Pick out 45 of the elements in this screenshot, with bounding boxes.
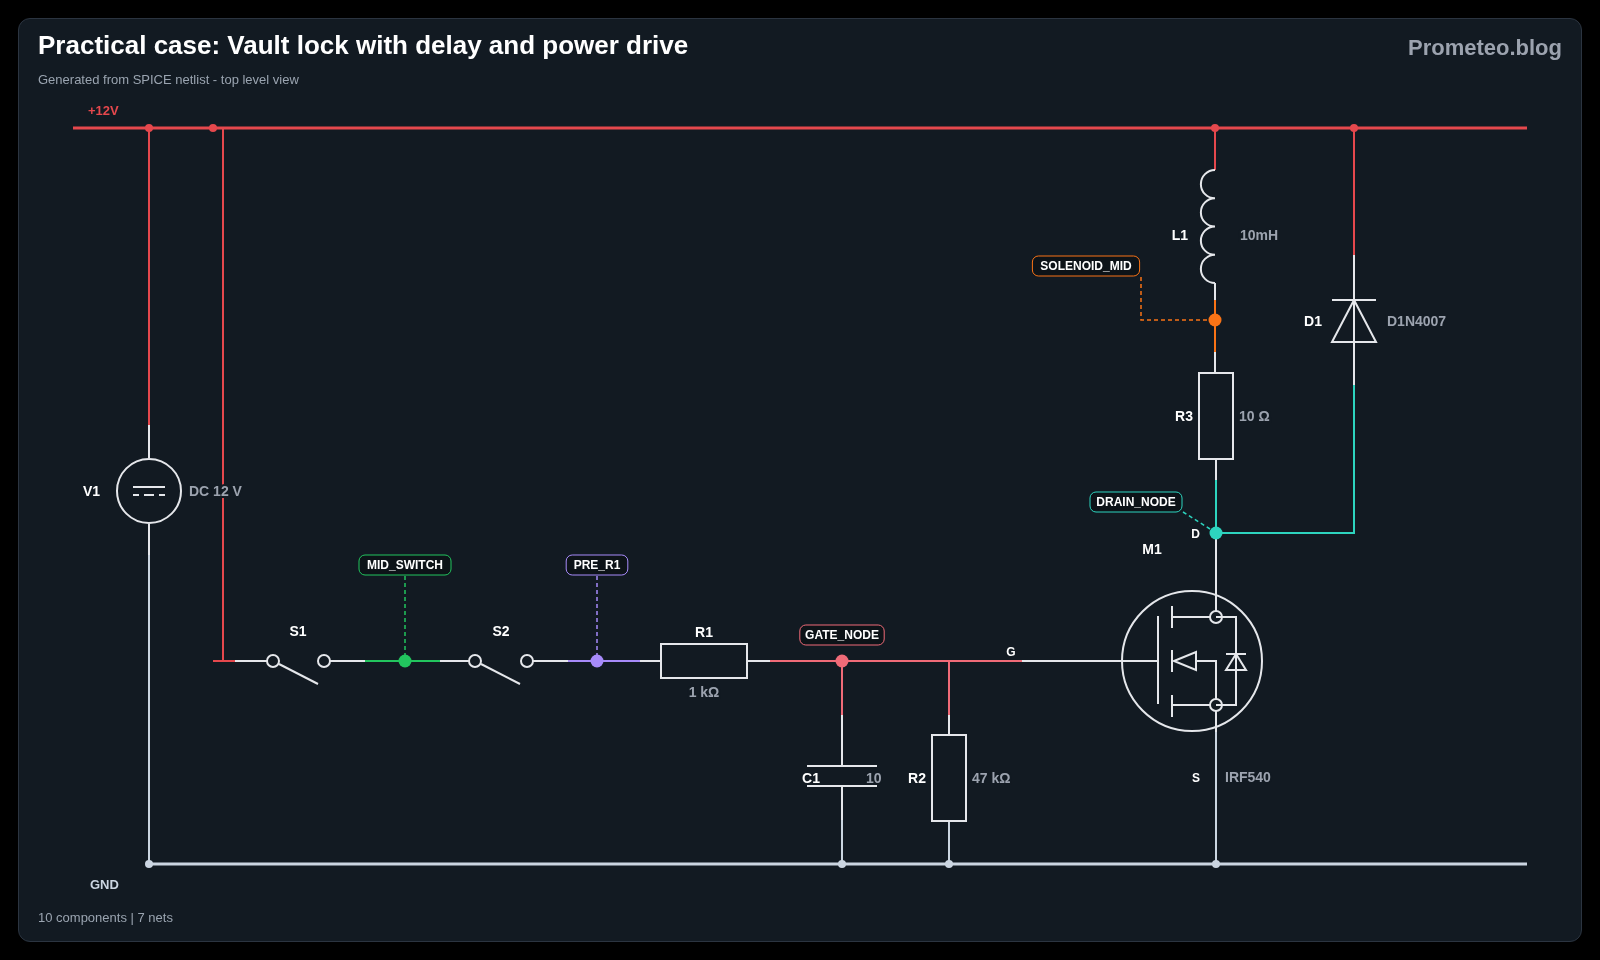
- page-title: Practical case: Vault lock with delay and power drive: [38, 29, 689, 62]
- switch-symbol: [468, 654, 534, 685]
- component-ref: M1: [1142, 541, 1162, 557]
- junction-dot: [1350, 124, 1358, 132]
- junction-dot: [1212, 860, 1220, 868]
- component-ref: S1: [289, 623, 307, 639]
- component-ref: R1: [695, 624, 713, 640]
- component-ref: V1: [82, 483, 100, 499]
- component-ref: S2: [492, 623, 510, 639]
- component-value: IRF540: [1225, 769, 1271, 785]
- component-value: 1 kΩ: [688, 684, 720, 700]
- pin-label: G: [1006, 645, 1016, 659]
- component-value: 47 kΩ: [972, 770, 1011, 786]
- net-label: SOLENOID_MID: [1031, 255, 1141, 277]
- junction-dot: [145, 124, 153, 132]
- component-ref: R2: [908, 770, 926, 786]
- rail-label: GND: [90, 877, 119, 892]
- net-label: MID_SWITCH: [358, 554, 452, 576]
- leader-line: [1140, 276, 1210, 321]
- component-value: 10: [866, 770, 882, 786]
- junction-dot: [209, 124, 217, 132]
- junction-dot: [1211, 124, 1219, 132]
- subtitle: Generated from SPICE netlist - top level view: [38, 70, 300, 89]
- pin-label: D: [1191, 527, 1200, 541]
- net-label: PRE_R1: [565, 554, 629, 576]
- net-label: DRAIN_NODE: [1089, 491, 1183, 513]
- component-ref: R3: [1175, 408, 1193, 424]
- component-value: 10 Ω: [1239, 408, 1270, 424]
- component-ref: C1: [802, 770, 820, 786]
- component-value: 10mH: [1240, 227, 1279, 243]
- brand-name: Prometeo.blog: [1408, 34, 1562, 62]
- rail-label: +12V: [88, 103, 119, 118]
- junction-dot: [145, 860, 153, 868]
- leader-line: [1182, 511, 1211, 530]
- diode-symbol: [1330, 299, 1377, 343]
- junction-dot: [945, 860, 953, 868]
- pin-label: S: [1192, 771, 1200, 785]
- switch-symbol: [266, 654, 331, 685]
- net-label: GATE_NODE: [799, 624, 885, 646]
- component-value: D1N4007: [1387, 313, 1447, 329]
- summary-text: 10 components | 7 nets: [37, 908, 174, 927]
- component-ref: D1: [1304, 313, 1322, 329]
- component-ref: L1: [1171, 227, 1188, 243]
- junction-dot: [838, 860, 846, 868]
- voltage-source-symbol: [116, 458, 182, 524]
